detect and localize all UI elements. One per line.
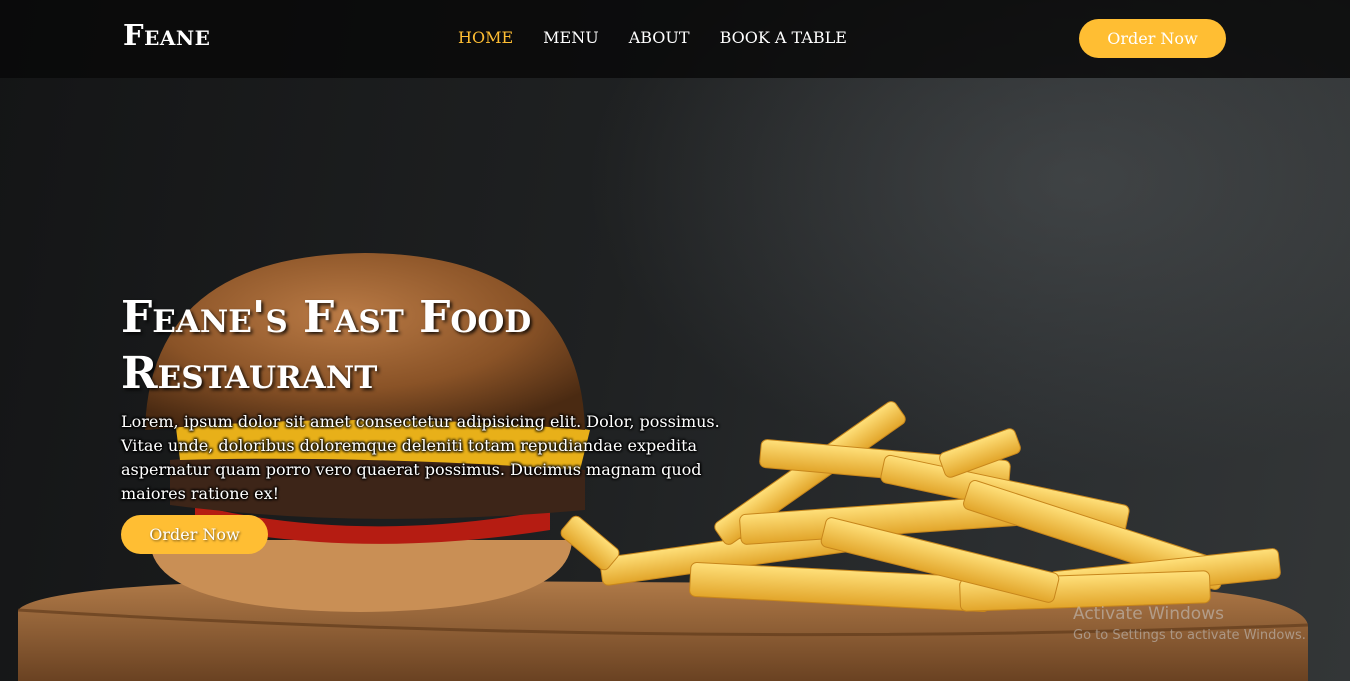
- nav-item-home[interactable]: HOME: [458, 28, 513, 47]
- header-order-now-button[interactable]: Order Now: [1079, 19, 1226, 58]
- nav-item-menu[interactable]: MENU: [543, 28, 599, 47]
- hero-order-now-button[interactable]: Order Now: [121, 515, 268, 554]
- activate-windows-title: Activate Windows: [1073, 604, 1224, 624]
- activate-windows-subtitle: Go to Settings to activate Windows.: [1073, 628, 1306, 643]
- site-header: Feane HOME MENU ABOUT BOOK A TABLE Order…: [0, 0, 1350, 78]
- nav-item-book-a-table[interactable]: BOOK A TABLE: [720, 28, 847, 47]
- brand-logo[interactable]: Feane: [123, 18, 210, 52]
- hero-title: Feane's Fast Food Restaurant: [121, 292, 532, 399]
- hero-description: Lorem, ipsum dolor sit amet consectetur …: [121, 412, 720, 503]
- main-nav: HOME MENU ABOUT BOOK A TABLE: [458, 28, 877, 47]
- nav-item-about[interactable]: ABOUT: [629, 28, 690, 47]
